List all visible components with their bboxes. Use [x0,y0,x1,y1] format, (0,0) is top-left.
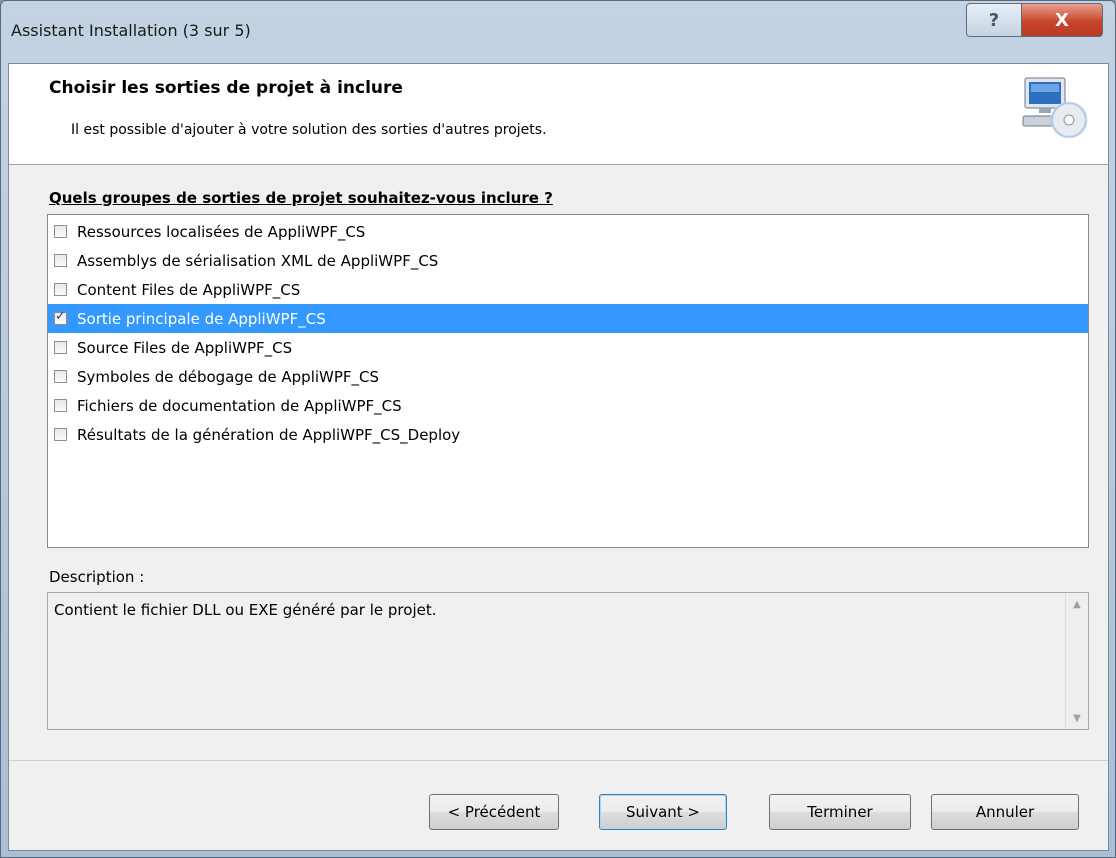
list-item-selected[interactable]: Sortie principale de AppliWPF_CS [48,304,1088,333]
footer-divider [9,760,1108,761]
page-subtitle: Il est possible d'ajouter à votre soluti… [71,122,547,138]
list-item-label: Symboles de débogage de AppliWPF_CS [77,367,380,386]
checkbox[interactable] [54,341,67,354]
checkbox[interactable] [54,399,67,412]
list-item-label: Sortie principale de AppliWPF_CS [77,309,326,328]
list-item-label: Résultats de la génération de AppliWPF_C… [77,425,461,444]
checkbox[interactable] [54,283,67,296]
close-button[interactable]: X [1021,3,1103,37]
list-item[interactable]: Source Files de AppliWPF_CS [48,333,1088,362]
title-bar[interactable]: Assistant Installation (3 sur 5) ? X [1,1,1115,61]
list-item[interactable]: Content Files de AppliWPF_CS [48,275,1088,304]
list-item[interactable]: Symboles de débogage de AppliWPF_CS [48,362,1088,391]
wizard-body: Choisir les sorties de projet à inclure … [8,63,1109,851]
list-item-label: Ressources localisées de AppliWPF_CS [77,222,366,241]
setup-computer-cd-icon [1022,77,1088,139]
previous-button[interactable]: < Précédent [429,794,559,830]
list-item-label: Assemblys de sérialisation XML de AppliW… [77,251,439,270]
list-item[interactable]: Résultats de la génération de AppliWPF_C… [48,420,1088,449]
description-scrollbar[interactable]: ▲ ▼ [1065,593,1088,729]
next-button[interactable]: Suivant > [599,794,727,830]
list-item-label: Source Files de AppliWPF_CS [77,338,293,357]
checkbox[interactable] [54,225,67,238]
page-title: Choisir les sorties de projet à inclure [49,78,403,98]
list-item-label: Fichiers de documentation de AppliWPF_CS [77,396,402,415]
checkbox[interactable] [54,370,67,383]
list-item[interactable]: Fichiers de documentation de AppliWPF_CS [48,391,1088,420]
cancel-button[interactable]: Annuler [931,794,1079,830]
help-button[interactable]: ? [966,3,1022,37]
description-label: Description : [49,568,145,586]
list-item[interactable]: Ressources localisées de AppliWPF_CS [48,217,1088,246]
header-banner: Choisir les sorties de projet à inclure … [9,64,1108,165]
checkbox[interactable] [54,254,67,267]
outputs-group-label: Quels groupes de sorties de projet souha… [49,189,553,207]
project-outputs-list[interactable]: Ressources localisées de AppliWPF_CS Ass… [47,214,1089,548]
list-item-label: Content Files de AppliWPF_CS [77,280,301,299]
scroll-up-arrow-icon[interactable]: ▲ [1066,593,1088,615]
finish-button[interactable]: Terminer [769,794,911,830]
description-box[interactable]: Contient le fichier DLL ou EXE généré pa… [47,592,1089,730]
wizard-window: Assistant Installation (3 sur 5) ? X Cho… [0,0,1116,858]
scroll-down-arrow-icon[interactable]: ▼ [1066,707,1088,729]
checkbox-checked[interactable] [54,309,67,325]
checkbox[interactable] [54,428,67,441]
window-title: Assistant Installation (3 sur 5) [11,21,251,40]
description-text: Contient le fichier DLL ou EXE généré pa… [54,601,437,619]
list-item[interactable]: Assemblys de sérialisation XML de AppliW… [48,246,1088,275]
